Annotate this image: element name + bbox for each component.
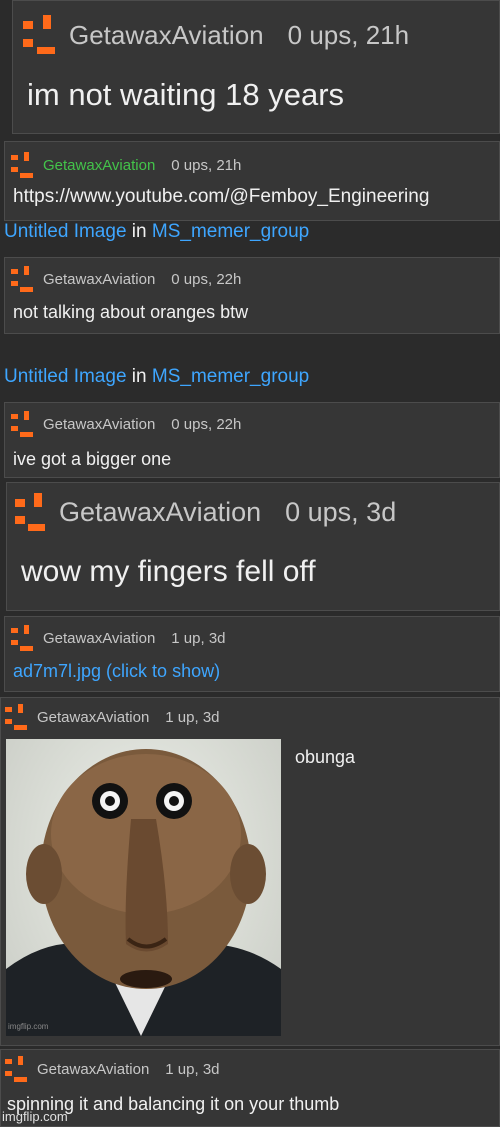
comment-meta: 0 ups, 3d bbox=[285, 496, 397, 527]
comment-meta: 0 ups, 22h bbox=[171, 270, 242, 288]
image-title-link[interactable]: Untitled Image bbox=[4, 221, 127, 242]
comment-text: https://www.youtube.com/@Femboy_Engineer… bbox=[13, 186, 430, 207]
imgflip-logo-icon bbox=[11, 152, 33, 178]
comment-username[interactable]: GetawaxAviation bbox=[43, 416, 155, 433]
comment-username[interactable]: GetawaxAviation bbox=[43, 157, 155, 174]
imgflip-logo-icon bbox=[11, 266, 33, 292]
comment-card: GetawaxAviation 0 ups, 22h ive got a big… bbox=[4, 402, 500, 478]
comment-meta: 0 ups, 22h bbox=[171, 415, 242, 433]
comment-text: ive got a bigger one bbox=[13, 449, 172, 469]
imgflip-logo-icon bbox=[5, 1056, 27, 1082]
comment-image[interactable]: imgflip.com bbox=[6, 739, 281, 1036]
group-link[interactable]: MS_memer_group bbox=[152, 366, 309, 387]
comment-text: not talking about oranges btw bbox=[13, 302, 249, 322]
comment-meta: 1 up, 3d bbox=[171, 629, 226, 647]
comment-meta: 0 ups, 21h bbox=[287, 19, 410, 50]
imgflip-logo-icon bbox=[23, 15, 55, 55]
footer-watermark: imgflip.com bbox=[2, 1109, 68, 1124]
imgflip-logo-icon bbox=[11, 625, 33, 651]
comment-username[interactable]: GetawaxAviation bbox=[37, 709, 149, 726]
comment-username[interactable]: GetawaxAviation bbox=[69, 20, 264, 51]
comment-text: im not waiting 18 years bbox=[27, 77, 345, 112]
comment-card: GetawaxAviation 0 ups, 3d wow my fingers… bbox=[6, 482, 500, 611]
comment-text: obunga bbox=[295, 747, 356, 767]
image-reveal-link[interactable]: ad7m7l.jpg (click to show) bbox=[13, 661, 220, 682]
context-in-text: in bbox=[131, 366, 147, 387]
comment-card: GetawaxAviation 0 ups, 21h https://www.y… bbox=[4, 141, 500, 221]
context-in-text: in bbox=[131, 221, 147, 242]
image-watermark: imgflip.com bbox=[8, 1022, 49, 1031]
comment-card: GetawaxAviation 1 up, 3d spinning it and… bbox=[0, 1049, 500, 1127]
comment-username[interactable]: GetawaxAviation bbox=[59, 497, 261, 528]
face-illustration bbox=[6, 749, 281, 1036]
comment-card: GetawaxAviation 1 up, 3d ad7m7l.jpg (cli… bbox=[4, 616, 500, 692]
group-link[interactable]: MS_memer_group bbox=[152, 221, 309, 242]
comment-text: wow my fingers fell off bbox=[21, 555, 316, 588]
comment-username[interactable]: GetawaxAviation bbox=[43, 630, 155, 647]
comment-card: GetawaxAviation 0 ups, 21h im not waitin… bbox=[12, 0, 500, 134]
comment-username[interactable]: GetawaxAviation bbox=[37, 1061, 149, 1078]
comment-card: GetawaxAviation 0 ups, 22h not talking a… bbox=[4, 257, 500, 334]
image-title-link[interactable]: Untitled Image bbox=[4, 366, 127, 387]
context-strip: Untitled Image in MS_memer_group bbox=[0, 362, 500, 390]
comment-meta: 0 ups, 21h bbox=[171, 156, 242, 174]
context-strip: Untitled Image in MS_memer_group bbox=[0, 221, 500, 249]
comment-username[interactable]: GetawaxAviation bbox=[43, 271, 155, 288]
comment-meta: 1 up, 3d bbox=[165, 1060, 220, 1078]
imgflip-logo-icon bbox=[11, 411, 33, 437]
imgflip-logo-icon bbox=[15, 493, 45, 531]
comment-meta: 1 up, 3d bbox=[165, 708, 220, 726]
imgflip-logo-icon bbox=[5, 704, 27, 730]
